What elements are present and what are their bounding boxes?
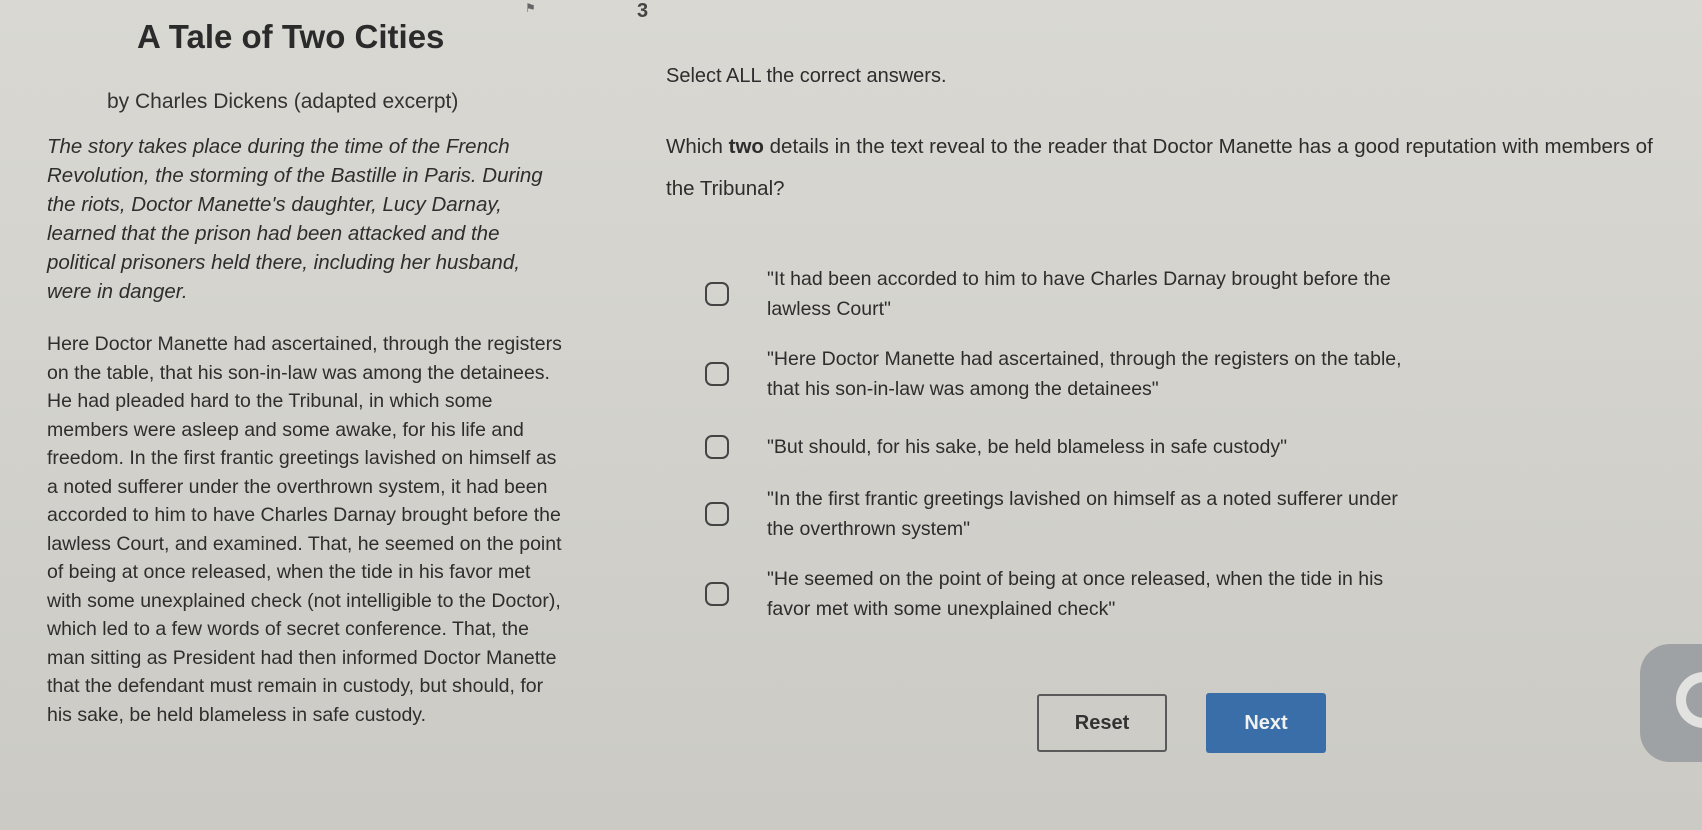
- passage-panel: A Tale of Two Cities by Charles Dickens …: [0, 0, 570, 830]
- passage-title: A Tale of Two Cities: [137, 18, 445, 55]
- checkbox-icon[interactable]: [705, 502, 729, 526]
- checkbox-icon[interactable]: [705, 282, 729, 306]
- answer-option-2[interactable]: "Here Doctor Manette had ascertained, th…: [705, 344, 1405, 404]
- answer-option-label: "In the first frantic greetings lavished…: [767, 488, 1398, 540]
- answer-option-label: "It had been accorded to him to have Cha…: [767, 268, 1391, 320]
- question-panel: Select ALL the correct answers. Which tw…: [600, 0, 1702, 830]
- side-tab-icon: [1676, 672, 1702, 728]
- question-prompt-emphasis: two: [728, 135, 764, 158]
- answer-option-label: "He seemed on the point of being at once…: [767, 568, 1384, 620]
- answer-option-4[interactable]: "In the first frantic greetings lavished…: [705, 484, 1405, 544]
- passage-intro: The story takes place during the time of…: [47, 135, 543, 303]
- checkbox-icon[interactable]: [705, 435, 729, 459]
- passage-author: by Charles Dickens (adapted excerpt): [107, 90, 459, 113]
- passage-excerpt: Here Doctor Manette had ascertained, thr…: [47, 333, 562, 726]
- reset-button[interactable]: Reset: [1037, 694, 1167, 752]
- checkbox-icon[interactable]: [705, 362, 729, 386]
- question-prompt-end: details in the text reveal to the reader…: [666, 135, 1653, 200]
- answer-option-1[interactable]: "It had been accorded to him to have Cha…: [705, 264, 1405, 324]
- answer-option-label: "But should, for his sake, be held blame…: [767, 436, 1288, 458]
- answer-option-label: "Here Doctor Manette had ascertained, th…: [767, 348, 1402, 400]
- checkbox-icon[interactable]: [705, 582, 729, 606]
- answer-option-5[interactable]: "He seemed on the point of being at once…: [705, 564, 1405, 624]
- side-tab[interactable]: [1640, 644, 1702, 762]
- question-instruction: Select ALL the correct answers.: [666, 65, 947, 87]
- answer-option-3[interactable]: "But should, for his sake, be held blame…: [705, 432, 1405, 462]
- next-button[interactable]: Next: [1206, 693, 1326, 753]
- question-prompt: Which two details in the text reveal to …: [666, 126, 1676, 210]
- question-prompt-start: Which: [666, 135, 729, 158]
